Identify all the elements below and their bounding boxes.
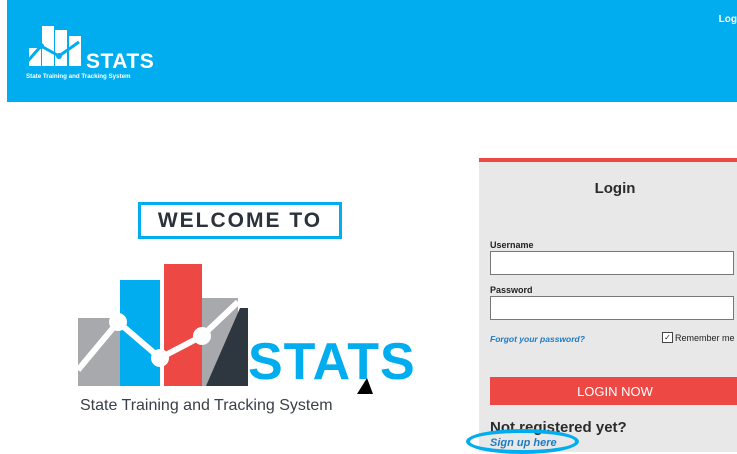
site-header: STATS State Training and Tracking System…	[7, 0, 737, 102]
not-registered-text: Not registered yet?	[490, 419, 627, 436]
header-login-link[interactable]: Log	[719, 14, 737, 25]
sign-up-link[interactable]: Sign up here	[490, 437, 557, 449]
password-input[interactable]	[490, 296, 734, 320]
remember-me-label: Remember me	[675, 332, 735, 343]
welcome-heading: WELCOME TO	[138, 202, 342, 239]
header-logo-text: STATS	[86, 50, 155, 73]
large-logo-text: STATS	[248, 333, 416, 391]
username-input[interactable]	[490, 251, 734, 275]
mouse-cursor-icon	[357, 378, 373, 394]
login-panel: Login Username Password Forgot your pass…	[479, 158, 737, 452]
tagline: State Training and Tracking System	[80, 397, 333, 414]
password-label: Password	[490, 285, 533, 295]
header-logo-subtitle: State Training and Tracking System	[26, 73, 131, 80]
login-title: Login	[594, 180, 636, 197]
remember-me[interactable]: ✓ Remember me	[662, 332, 735, 343]
username-label: Username	[490, 240, 534, 250]
remember-me-checkbox[interactable]: ✓	[662, 332, 673, 343]
forgot-password-link[interactable]: Forgot your password?	[490, 334, 585, 344]
login-now-button[interactable]: LOGIN NOW	[490, 377, 737, 405]
